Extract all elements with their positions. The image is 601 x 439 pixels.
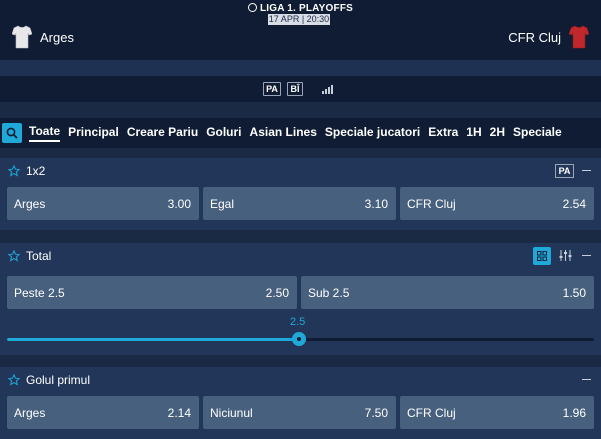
line-slider-fill (7, 338, 299, 341)
away-team: CFR Cluj (508, 25, 589, 49)
odd-label: Peste 2.5 (14, 285, 65, 300)
header-band (0, 60, 601, 76)
odd-label: CFR Cluj (407, 196, 456, 211)
football-icon (247, 3, 257, 12)
tab-2h[interactable]: 2H (490, 125, 505, 141)
odd-button-away[interactable]: CFR Cluj 2.54 (400, 187, 594, 220)
market-title: Golul primul (26, 373, 91, 387)
odd-value: 2.14 (167, 405, 191, 420)
home-team: Arges (12, 25, 74, 49)
odd-button-away[interactable]: CFR Cluj 1.96 (400, 396, 594, 429)
grid-view-button[interactable] (533, 247, 551, 265)
odd-button-draw[interactable]: Egal 3.10 (203, 187, 396, 220)
odd-value: 2.54 (562, 196, 586, 211)
odd-button-under[interactable]: Sub 2.5 1.50 (301, 276, 594, 309)
odd-label: CFR Cluj (407, 405, 456, 420)
away-jersey-icon (569, 25, 589, 49)
market-tabs: Toate Principal Creare Pariu Goluri Asia… (0, 118, 601, 148)
league-label: LIGA 1. PLAYOFFS (259, 3, 354, 14)
star-icon[interactable] (8, 165, 20, 177)
odd-value: 7.50 (364, 405, 388, 420)
market-1x2-header[interactable]: 1x2 PA (0, 158, 601, 184)
home-team-name: Arges (40, 29, 74, 45)
collapse-icon[interactable] (582, 170, 591, 171)
search-icon (6, 127, 18, 139)
collapse-icon[interactable] (582, 379, 591, 380)
odd-label: Egal (210, 196, 235, 211)
odd-value: 2.50 (265, 285, 289, 300)
odd-label: Arges (14, 405, 46, 420)
pa-toggle-button[interactable]: PA (263, 82, 281, 96)
tab-speciale[interactable]: Speciale (513, 125, 562, 141)
star-icon[interactable] (8, 250, 20, 262)
tab-extra[interactable]: Extra (428, 125, 458, 141)
odd-button-over[interactable]: Peste 2.5 2.50 (7, 276, 297, 309)
tab-1h[interactable]: 1H (466, 125, 481, 141)
odd-value: 3.10 (364, 196, 388, 211)
odds-row: Arges 2.14 Niciunul 7.50 CFR Cluj 1.96 (7, 396, 594, 429)
tab-speciale-jucatori[interactable]: Speciale jucatori (325, 125, 420, 141)
stats-bars-icon[interactable] (322, 84, 334, 94)
bi-toggle-button[interactable]: BÎ (287, 82, 303, 96)
odd-label: Niciunul (210, 405, 253, 420)
match-toolbar: PA BÎ (0, 76, 601, 102)
match-header: LIGA 1. PLAYOFFS 17 APR | 20:30 Arges CF… (0, 0, 601, 60)
collapse-icon[interactable] (582, 255, 591, 256)
odd-label: Sub 2.5 (308, 285, 350, 300)
slider-value: 2.5 (290, 316, 306, 328)
tab-goluri[interactable]: Goluri (206, 125, 241, 141)
market-title: Total (26, 249, 52, 263)
tab-principal[interactable]: Principal (68, 125, 119, 141)
odd-button-none[interactable]: Niciunul 7.50 (203, 396, 396, 429)
market-first-goal-header[interactable]: Golul primul (0, 367, 601, 393)
market-first-goal: Golul primul Arges 2.14 Niciunul 7.50 CF… (0, 367, 601, 439)
line-slider-handle[interactable] (292, 332, 306, 346)
search-button[interactable] (2, 123, 22, 143)
odds-row: Peste 2.5 2.50 Sub 2.5 1.50 (7, 276, 594, 309)
market-total-header[interactable]: Total (0, 243, 601, 269)
odd-value: 1.96 (562, 405, 586, 420)
match-datetime: 17 APR | 20:30 (268, 14, 330, 25)
odd-value: 1.50 (562, 285, 586, 300)
odds-row: Arges 3.00 Egal 3.10 CFR Cluj 2.54 (7, 187, 594, 220)
sliders-icon[interactable] (559, 249, 572, 262)
odd-label: Arges (14, 196, 46, 211)
away-team-name: CFR Cluj (508, 29, 561, 45)
odd-button-home[interactable]: Arges 2.14 (7, 396, 199, 429)
tab-creare-pariu[interactable]: Creare Pariu (127, 125, 198, 141)
pa-badge[interactable]: PA (555, 164, 574, 178)
league-title: LIGA 1. PLAYOFFS (0, 3, 601, 14)
odd-value: 3.00 (167, 196, 191, 211)
tab-toate[interactable]: Toate (29, 124, 61, 142)
market-title: 1x2 (26, 164, 46, 178)
star-icon[interactable] (8, 374, 20, 386)
grid-icon (537, 251, 547, 261)
market-1x2: 1x2 PA Arges 3.00 Egal 3.10 CFR Cluj 2.5… (0, 158, 601, 230)
tab-asian-lines[interactable]: Asian Lines (250, 125, 317, 141)
odd-button-home[interactable]: Arges 3.00 (7, 187, 199, 220)
home-jersey-icon (12, 25, 32, 49)
